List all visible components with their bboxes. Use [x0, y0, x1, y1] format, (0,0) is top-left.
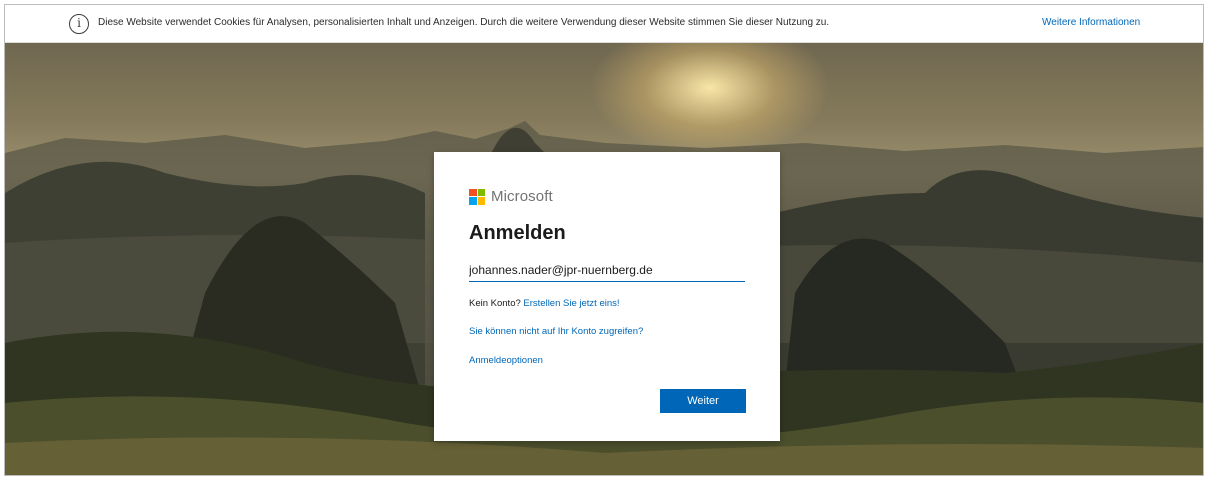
info-icon: i	[69, 14, 89, 34]
microsoft-logo: Microsoft	[469, 188, 553, 205]
brand-name: Microsoft	[491, 188, 553, 205]
more-info-link[interactable]: Weitere Informationen	[1042, 17, 1140, 28]
cookie-banner: i Diese Website verwendet Cookies für An…	[5, 5, 1203, 43]
browser-viewport: i Diese Website verwendet Cookies für An…	[4, 4, 1204, 476]
email-field[interactable]	[469, 258, 745, 282]
next-button[interactable]: Weiter	[660, 389, 746, 413]
cant-access-account-link[interactable]: Sie können nicht auf Ihr Konto zugreifen…	[469, 326, 643, 337]
no-account-text: Kein Konto? Erstellen Sie jetzt eins!	[469, 298, 620, 309]
microsoft-squares-icon	[469, 188, 485, 205]
cookie-banner-text: Diese Website verwendet Cookies für Anal…	[98, 17, 830, 28]
page-title: Anmelden	[469, 222, 566, 244]
create-account-link[interactable]: Erstellen Sie jetzt eins!	[523, 298, 619, 309]
no-account-prefix: Kein Konto?	[469, 298, 521, 309]
signin-card: Microsoft Anmelden Kein Konto? Erstellen…	[434, 152, 780, 441]
signin-options-link[interactable]: Anmeldeoptionen	[469, 355, 543, 366]
